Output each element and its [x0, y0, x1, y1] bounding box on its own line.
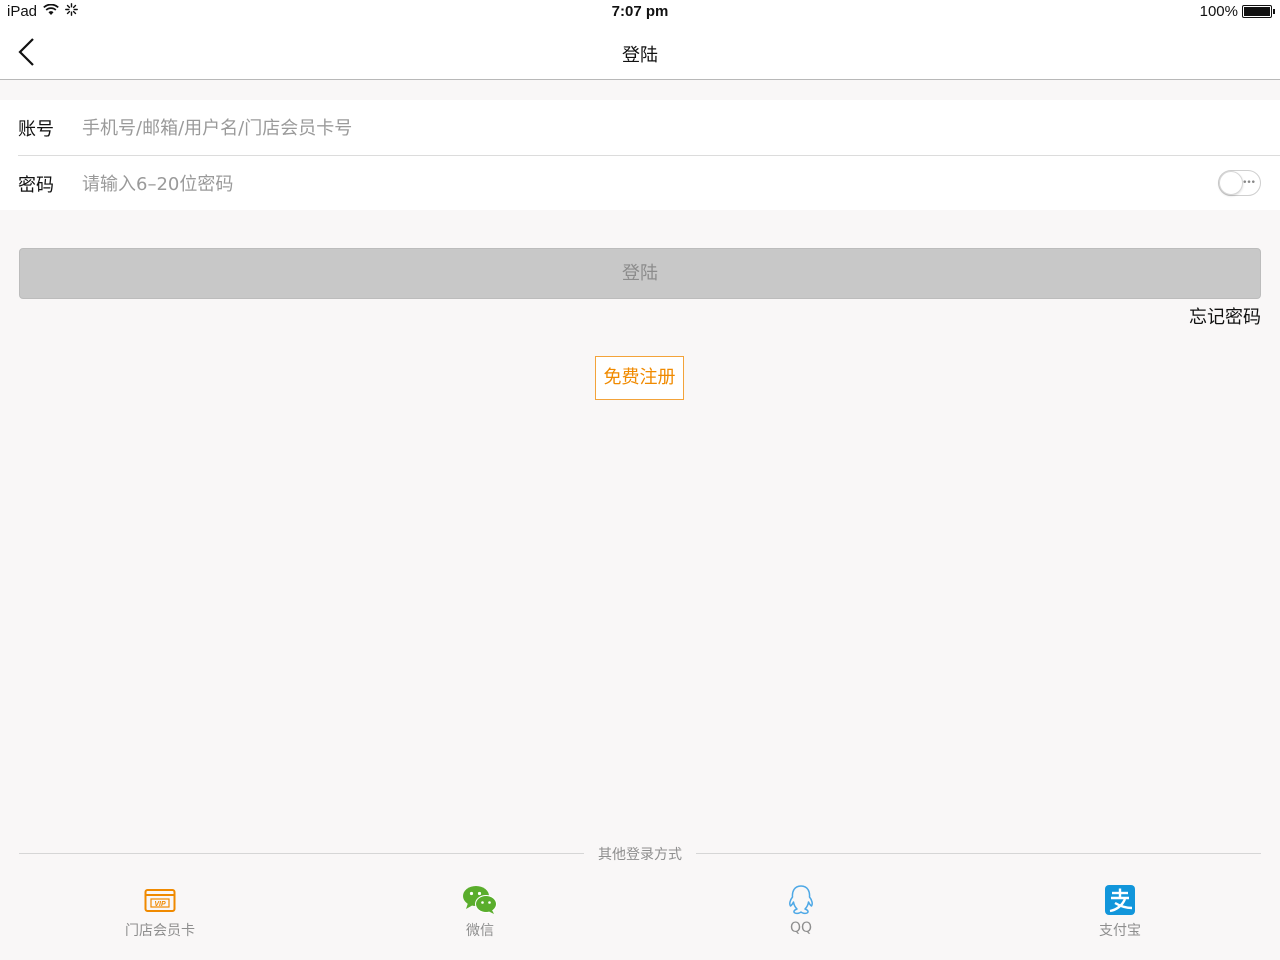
status-bar: iPad 7:07 pm 100% [0, 0, 1280, 24]
status-right: 100% [1199, 3, 1275, 20]
vip-card-login-label: 门店会员卡 [125, 923, 195, 939]
login-form: 账号 密码 ••• [0, 100, 1280, 210]
password-row: 密码 ••• [0, 156, 1280, 210]
wechat-login-label: 微信 [466, 923, 494, 939]
login-button[interactable]: 登陆 [19, 248, 1261, 299]
qq-login-button[interactable]: QQ [741, 884, 861, 936]
wechat-icon [463, 886, 497, 914]
nav-bar: 登陆 [0, 24, 1280, 80]
alipay-login-label: 支付宝 [1099, 923, 1141, 939]
other-login-divider: 其他登录方式 [19, 842, 1261, 864]
other-login-title: 其他登录方式 [598, 847, 682, 863]
account-input[interactable] [82, 112, 1182, 144]
vip-card-login-button[interactable]: VIP 门店会员卡 [100, 884, 220, 940]
battery-icon [1242, 5, 1275, 18]
svg-text:VIP: VIP [154, 901, 166, 908]
forgot-password-link[interactable]: 忘记密码 [1189, 303, 1261, 329]
password-visibility-toggle[interactable]: ••• [1218, 170, 1261, 196]
account-label: 账号 [18, 119, 54, 140]
vip-card-icon: VIP [144, 889, 176, 912]
password-label: 密码 [18, 175, 54, 196]
dots-icon: ••• [1242, 178, 1256, 188]
battery-percent: 100% [1199, 3, 1238, 20]
divider-line-right [696, 853, 1261, 854]
alipay-login-button[interactable]: 支付宝 [1060, 884, 1180, 940]
page-title: 登陆 [622, 45, 658, 66]
account-row: 账号 [18, 100, 1280, 156]
status-time: 7:07 pm [611, 3, 669, 20]
toggle-knob [1219, 171, 1243, 195]
password-input[interactable] [82, 168, 1182, 200]
register-button[interactable]: 免费注册 [595, 356, 684, 400]
wechat-login-button[interactable]: 微信 [420, 884, 540, 940]
qq-icon [789, 885, 813, 915]
alipay-icon [1105, 885, 1135, 915]
qq-login-label: QQ [789, 920, 813, 936]
